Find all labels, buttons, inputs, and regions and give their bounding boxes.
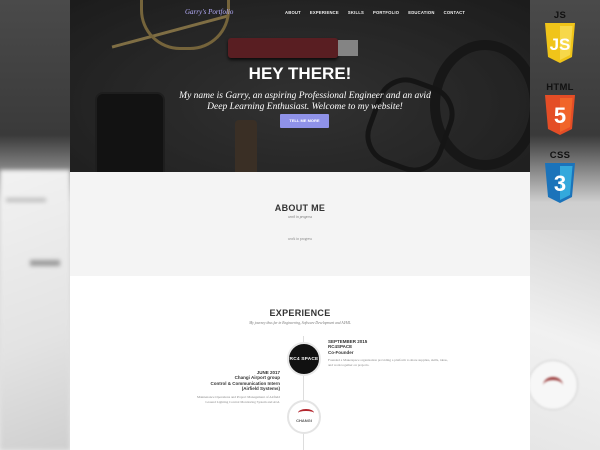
changi-logo: CHANGI: [287, 400, 321, 434]
about-body: work in progress: [287, 237, 313, 241]
js-logo: JS JS: [540, 10, 580, 63]
js-label: JS: [553, 10, 567, 21]
experience-title: EXPERIENCE: [269, 308, 331, 318]
css3-shield-mark: 3: [554, 171, 566, 196]
entry-role: Co-Founder: [328, 349, 354, 355]
tell-me-more-button[interactable]: TELL ME MORE: [280, 114, 329, 128]
blurred-logo-circle: [528, 360, 578, 410]
hero-subtitle: My name is Garry, an aspiring Profession…: [179, 91, 431, 112]
entry-dept: (Airfield Systems): [241, 386, 280, 391]
html-label: HTML: [546, 82, 574, 93]
nav-link-about[interactable]: ABOUT: [285, 10, 301, 15]
html5-shield-icon: 5: [545, 95, 575, 135]
portfolio-page: Garry's Portfolio ABOUT EXPERIENCE SKILL…: [70, 0, 530, 450]
blurred-panel-left: [0, 170, 70, 450]
rc4space-logo-text: RC4 SPACE: [289, 356, 319, 362]
css3-logo: CSS 3: [540, 150, 580, 203]
top-nav: Garry's Portfolio ABOUT EXPERIENCE SKILL…: [70, 0, 530, 26]
about-subtitle: work in progress: [287, 215, 313, 219]
blurred-panel-right: [530, 230, 600, 450]
nav-link-experience[interactable]: EXPERIENCE: [310, 10, 339, 15]
timeline-entry: JUNE 2017 Changi Airport group Control &…: [190, 370, 280, 405]
rc4space-logo: RC4 SPACE: [287, 342, 321, 376]
changi-logo-text: CHANGI: [296, 418, 312, 423]
hero-title: HEY THERE!: [248, 64, 352, 83]
nav-link-education[interactable]: EDUCATION: [408, 10, 434, 15]
entry-description: Founded a Makerspace organisation provid…: [328, 358, 448, 367]
brand-logo[interactable]: Garry's Portfolio: [185, 8, 233, 16]
html5-logo: HTML 5: [540, 82, 580, 135]
hero-section: Garry's Portfolio ABOUT EXPERIENCE SKILL…: [70, 0, 530, 172]
css-label: CSS: [549, 150, 571, 161]
timeline-entry: SEPTEMBER 2015 RC4SPACE Co-Founder Found…: [328, 339, 448, 368]
blurred-text: [30, 260, 60, 266]
nav-link-contact[interactable]: CONTACT: [444, 10, 466, 15]
nav-link-skills[interactable]: SKILLS: [348, 10, 364, 15]
about-title: ABOUT ME: [274, 203, 326, 213]
experience-subtitle: My journey thus far in Engineering, Soft…: [249, 321, 351, 325]
js-shield-mark: JS: [550, 35, 571, 54]
experience-section: EXPERIENCE My journey thus far in Engine…: [70, 276, 530, 450]
changi-swoosh-icon: [298, 409, 314, 417]
css3-shield-icon: 3: [545, 163, 575, 203]
nav-links: ABOUT EXPERIENCE SKILLS PORTFOLIO EDUCAT…: [285, 10, 465, 15]
about-section: ABOUT ME work in progress work in progre…: [70, 172, 530, 276]
nav-link-portfolio[interactable]: PORTFOLIO: [373, 10, 399, 15]
entry-description: Maintenance Operations and Project Manag…: [196, 394, 280, 404]
blurred-text: [6, 198, 46, 202]
js-shield-icon: JS: [545, 23, 575, 63]
html5-shield-mark: 5: [554, 103, 566, 128]
